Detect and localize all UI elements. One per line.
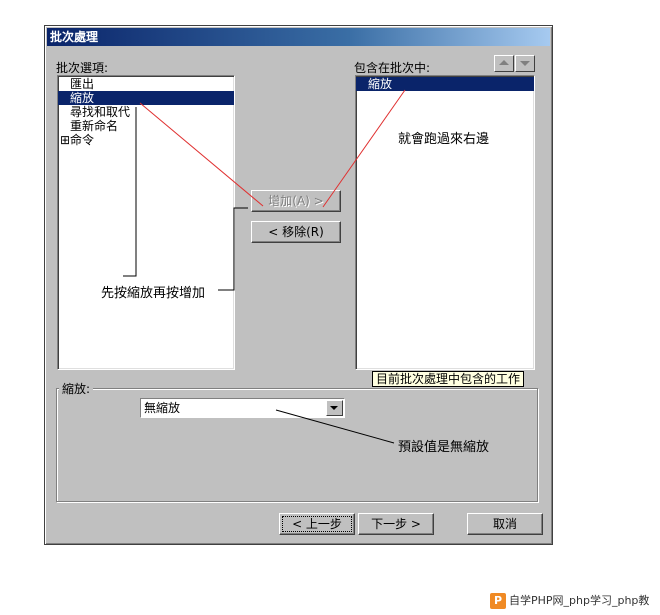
- included-label: 包含在批次中:: [354, 61, 431, 75]
- watermark: P 自学PHP网_php学习_php教: [490, 592, 649, 609]
- included-item-label: 縮放: [368, 77, 393, 91]
- add-button[interactable]: 增加(A) >: [251, 190, 341, 212]
- move-up-button[interactable]: [494, 55, 514, 72]
- options-label: 批次選項:: [56, 61, 109, 75]
- up-arrow-icon: [499, 60, 509, 65]
- annotation-default-value: 預設值是無縮放: [398, 440, 490, 455]
- scale-select-value: 無縮放: [144, 401, 181, 415]
- next-button[interactable]: 下一步 >: [358, 513, 434, 535]
- scale-group-label: 縮放:: [59, 380, 94, 397]
- option-item-label: 匯出: [70, 77, 95, 91]
- annotation-press-first: 先按縮放再按增加: [101, 286, 206, 301]
- option-item[interactable]: ⊞命令: [58, 133, 234, 147]
- annotation-moves-right: 就會跑過來右邊: [398, 132, 490, 147]
- move-down-button[interactable]: [515, 55, 535, 72]
- option-item-label: 重新命名: [70, 119, 119, 133]
- cancel-button[interactable]: 取消: [467, 513, 543, 535]
- down-arrow-icon: [520, 61, 530, 66]
- watermark-text: 自学PHP网_php学习_php教: [509, 594, 650, 607]
- option-item-label: 縮放: [70, 91, 95, 105]
- chevron-down-icon[interactable]: [326, 400, 343, 416]
- php-logo-icon: P: [490, 593, 506, 609]
- remove-button[interactable]: < 移除(R): [251, 221, 341, 243]
- plus-icon[interactable]: ⊞: [60, 133, 70, 147]
- option-item[interactable]: 匯出: [58, 77, 234, 91]
- option-item[interactable]: 重新命名: [58, 119, 234, 133]
- option-item[interactable]: 縮放: [58, 91, 234, 105]
- option-item-label: 命令: [70, 133, 95, 147]
- option-item-label: 尋找和取代: [70, 105, 131, 119]
- included-tooltip: 目前批次處理中包含的工作: [372, 371, 525, 387]
- included-item[interactable]: 縮放: [356, 77, 534, 91]
- batch-options-list[interactable]: 匯出 縮放 尋找和取代 重新命名 ⊞命令: [57, 75, 235, 370]
- back-button[interactable]: < 上一步: [279, 513, 355, 535]
- scale-select[interactable]: 無縮放: [140, 398, 345, 418]
- option-item[interactable]: 尋找和取代: [58, 105, 234, 119]
- dialog-title: 批次處理: [47, 28, 550, 46]
- included-in-batch-list[interactable]: 縮放: [355, 75, 535, 370]
